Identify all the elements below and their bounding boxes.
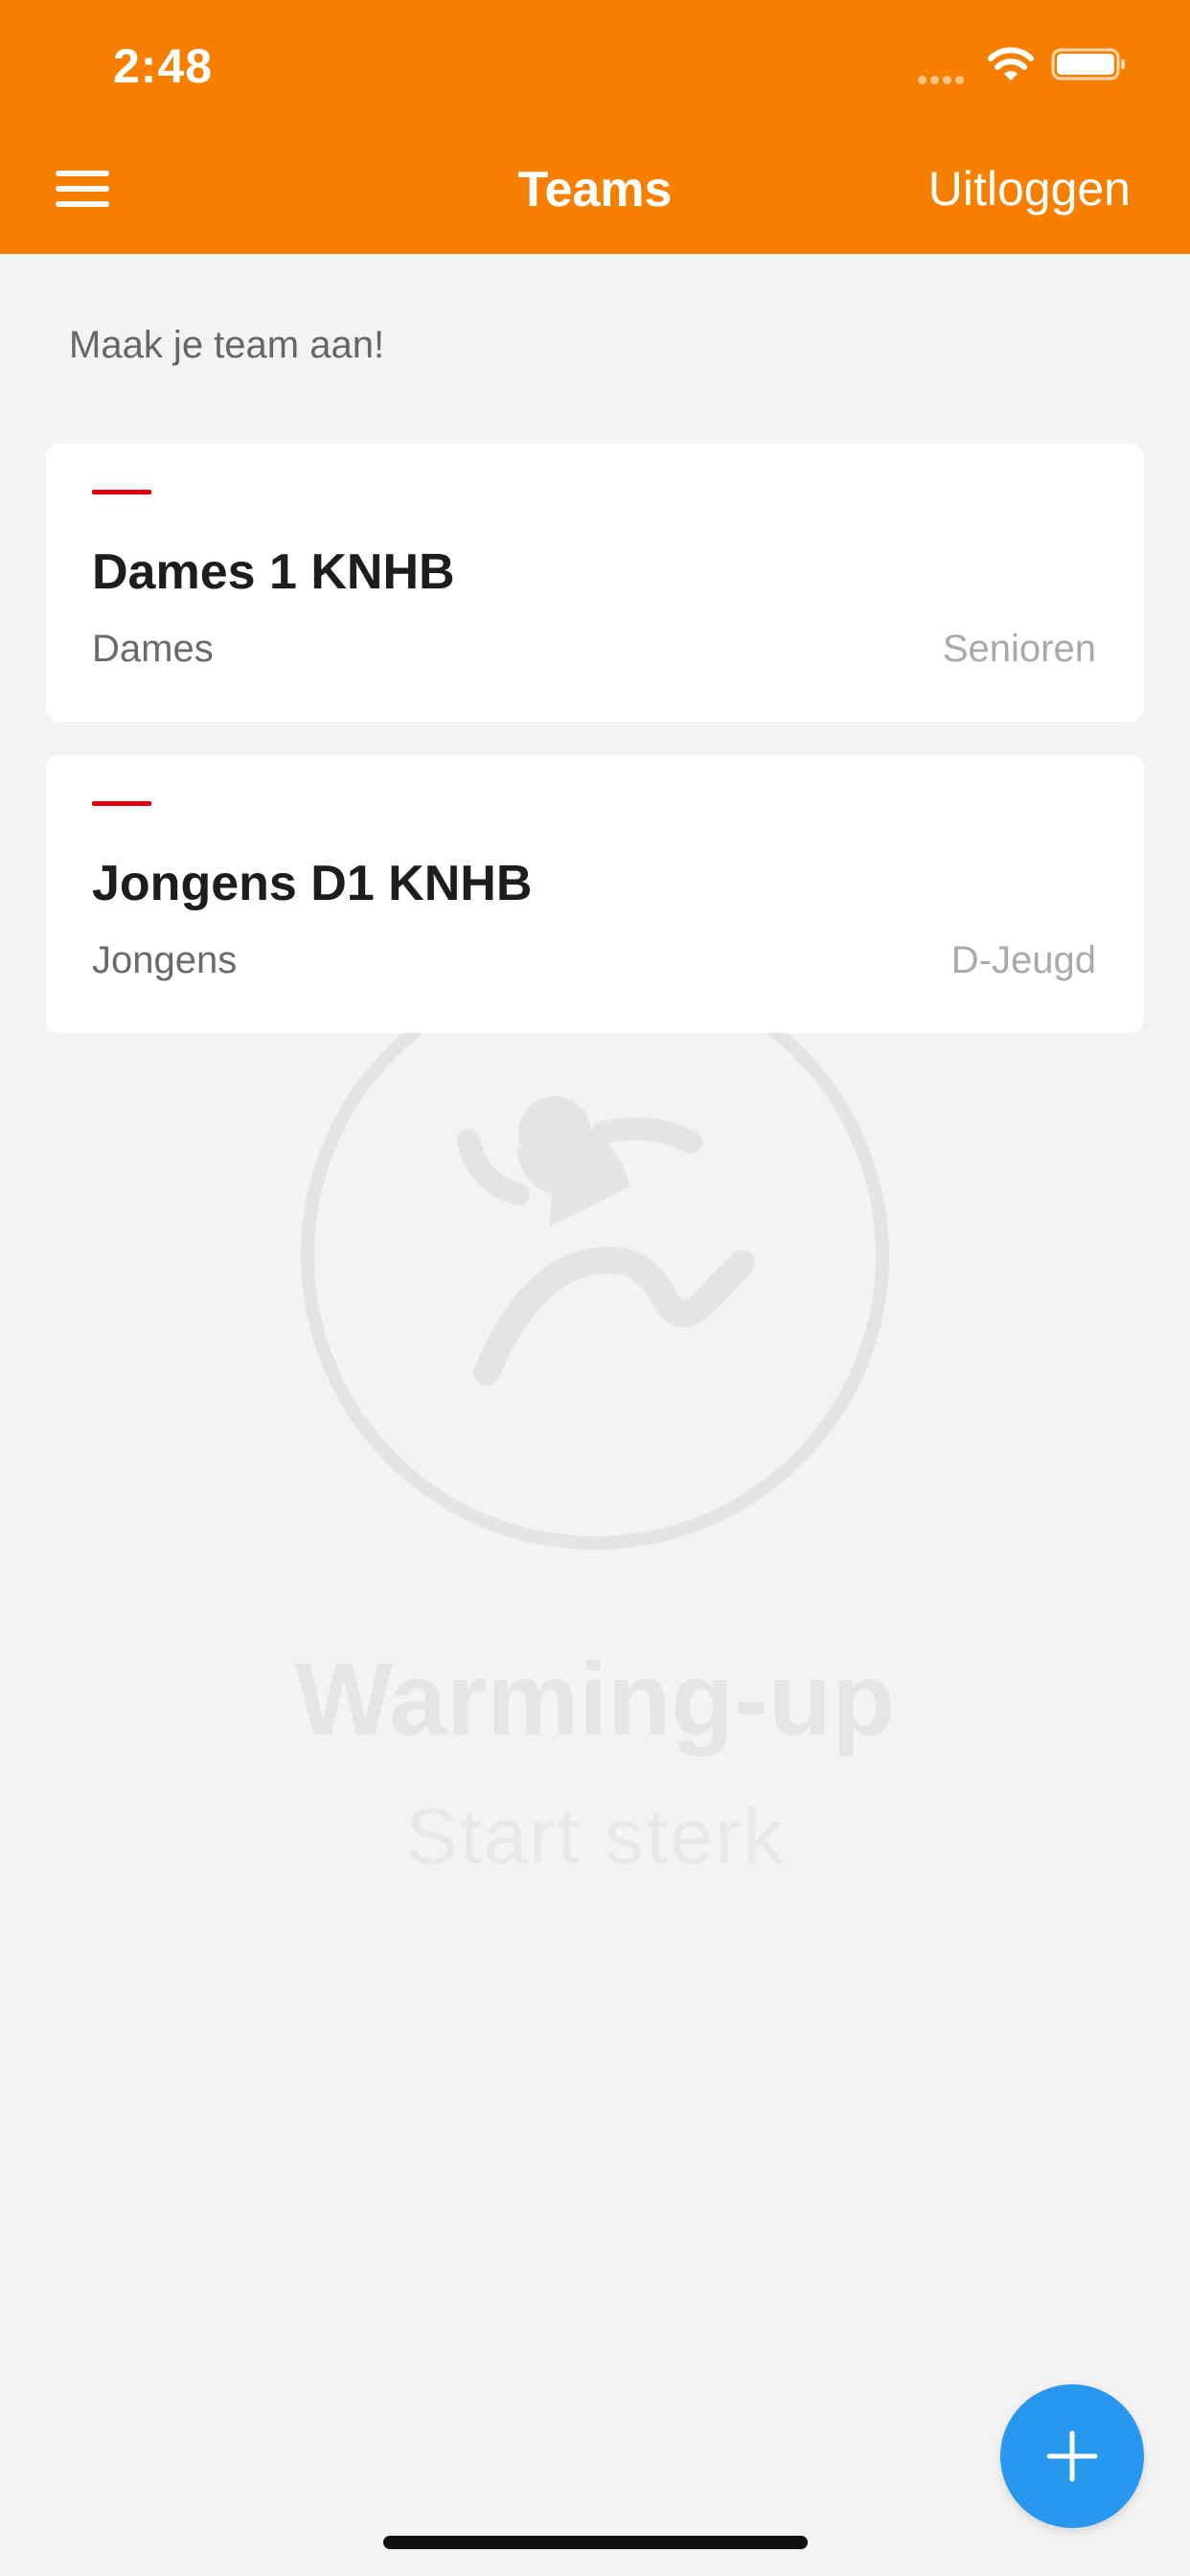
team-gender: Jongens: [92, 939, 238, 981]
plus-icon: [1046, 2430, 1098, 2482]
intro-text: Maak je team aan!: [69, 324, 385, 366]
wifi-icon: [988, 47, 1034, 80]
card-accent-line: [92, 801, 151, 806]
app-header: 2:48 Teams Uitloggen: [0, 0, 1190, 254]
team-category: D-Jeugd: [950, 939, 1096, 981]
team-name: Jongens D1 KNHB: [92, 856, 533, 911]
empty-state-title: Warming-up: [295, 1641, 895, 1757]
cellular-signal-icon: [918, 72, 968, 89]
card-accent-line: [92, 490, 151, 494]
logout-button[interactable]: Uitloggen: [928, 161, 1131, 217]
running-person-icon: [301, 997, 889, 1550]
battery-icon: [1051, 48, 1125, 80]
team-gender: Dames: [92, 628, 214, 670]
home-indicator[interactable]: [383, 2536, 808, 2549]
add-team-button[interactable]: [1000, 2384, 1144, 2528]
team-card[interactable]: Dames 1 KNHB Dames Senioren: [46, 444, 1144, 722]
team-name: Dames 1 KNHB: [92, 544, 455, 600]
status-time: 2:48: [113, 39, 214, 93]
team-card[interactable]: Jongens D1 KNHB Jongens D-Jeugd: [46, 755, 1144, 1033]
team-category: Senioren: [942, 628, 1096, 670]
empty-state-subtitle: Start sterk: [405, 1793, 785, 1880]
empty-state-illustration: [0, 997, 1190, 1898]
